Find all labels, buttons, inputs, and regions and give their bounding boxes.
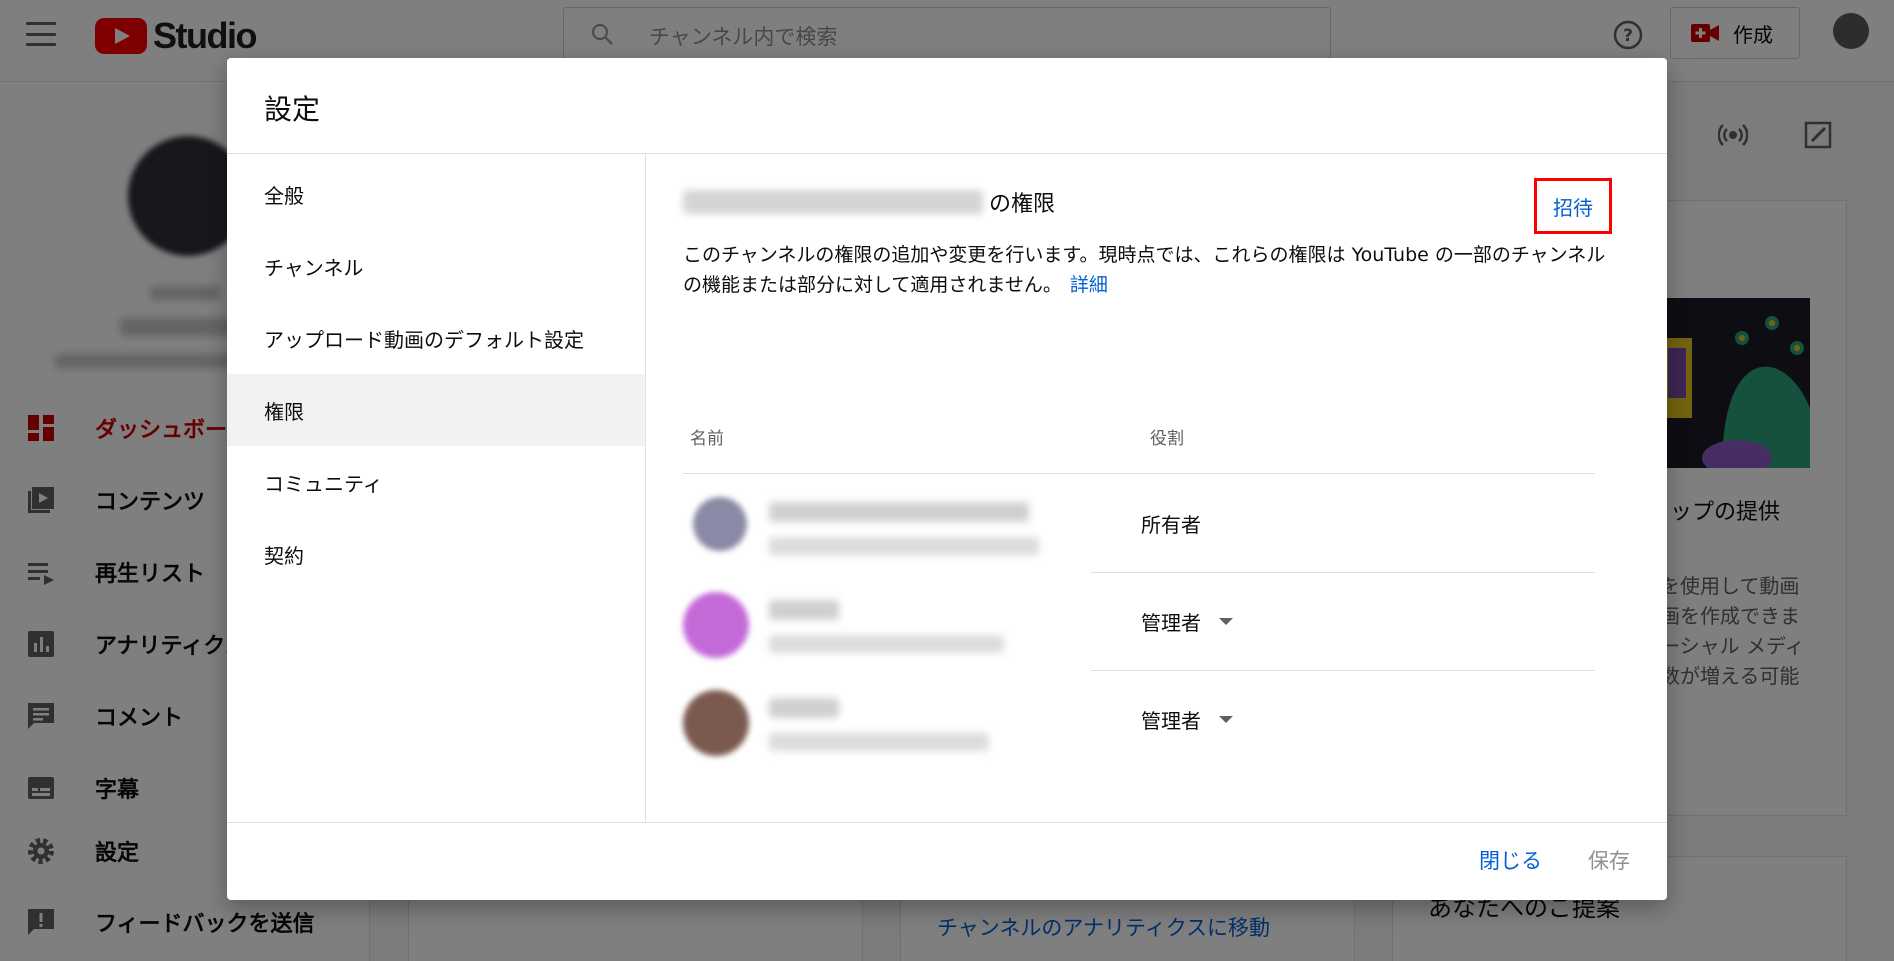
table-row <box>683 573 1083 671</box>
dialog-header: 設定 <box>227 58 1667 154</box>
permissions-table-header: 名前 役割 <box>683 410 1595 474</box>
permissions-heading: の権限 <box>683 186 1055 218</box>
user-name-blurred <box>769 698 839 718</box>
role-label: 所有者 <box>1141 513 1201 537</box>
settings-dialog: 設定 全般 チャンネル アップロード動画のデフォルト設定 権限 コミュニティ 契… <box>227 58 1667 900</box>
save-button[interactable]: 保存 <box>1588 845 1630 875</box>
user-email-blurred <box>769 537 1039 555</box>
avatar <box>683 690 749 756</box>
dialog-footer: 閉じる 保存 <box>227 822 1667 900</box>
settings-nav-upload-defaults[interactable]: アップロード動画のデフォルト設定 <box>227 302 645 374</box>
settings-nav-general[interactable]: 全般 <box>227 158 645 230</box>
column-header-name: 名前 <box>690 429 724 449</box>
table-row-role: 管理者 <box>1091 573 1595 671</box>
settings-nav-channel[interactable]: チャンネル <box>227 230 645 302</box>
role-dropdown[interactable]: 管理者 <box>1141 701 1233 737</box>
role-dropdown-value: 管理者 <box>1141 708 1201 733</box>
avatar <box>683 592 749 658</box>
channel-name-blurred <box>683 190 983 214</box>
role-dropdown[interactable]: 管理者 <box>1141 603 1233 639</box>
close-button[interactable]: 閉じる <box>1479 845 1542 875</box>
user-email-blurred <box>769 635 1004 653</box>
avatar <box>693 497 747 551</box>
table-row-role: 所有者 <box>1091 475 1595 573</box>
table-row-role: 管理者 <box>1091 671 1595 769</box>
permissions-heading-text: の権限 <box>989 192 1056 217</box>
permissions-panel: の権限 招待 このチャンネルの権限の追加や変更を行います。現時点では、これらの権… <box>646 154 1667 822</box>
column-header-role: 役割 <box>1150 429 1184 449</box>
chevron-down-icon <box>1219 715 1233 723</box>
user-name-blurred <box>769 502 1029 522</box>
table-row <box>683 671 1083 769</box>
settings-nav: 全般 チャンネル アップロード動画のデフォルト設定 権限 コミュニティ 契約 <box>227 154 646 822</box>
chevron-down-icon <box>1219 617 1233 625</box>
permissions-description: このチャンネルの権限の追加や変更を行います。現時点では、これらの権限は YouT… <box>683 240 1613 300</box>
settings-nav-permissions[interactable]: 権限 <box>227 374 645 446</box>
role-dropdown-value: 管理者 <box>1141 610 1201 635</box>
learn-more-link[interactable]: 詳細 <box>1070 274 1108 296</box>
invite-button[interactable]: 招待 <box>1534 178 1612 234</box>
dialog-title: 設定 <box>264 93 321 126</box>
settings-nav-community[interactable]: コミュニティ <box>227 446 645 518</box>
table-row <box>683 475 1083 573</box>
permissions-description-text: このチャンネルの権限の追加や変更を行います。現時点では、これらの権限は YouT… <box>683 244 1606 296</box>
settings-nav-agreements[interactable]: 契約 <box>227 518 645 590</box>
user-email-blurred <box>769 733 989 751</box>
user-name-blurred <box>769 600 839 620</box>
